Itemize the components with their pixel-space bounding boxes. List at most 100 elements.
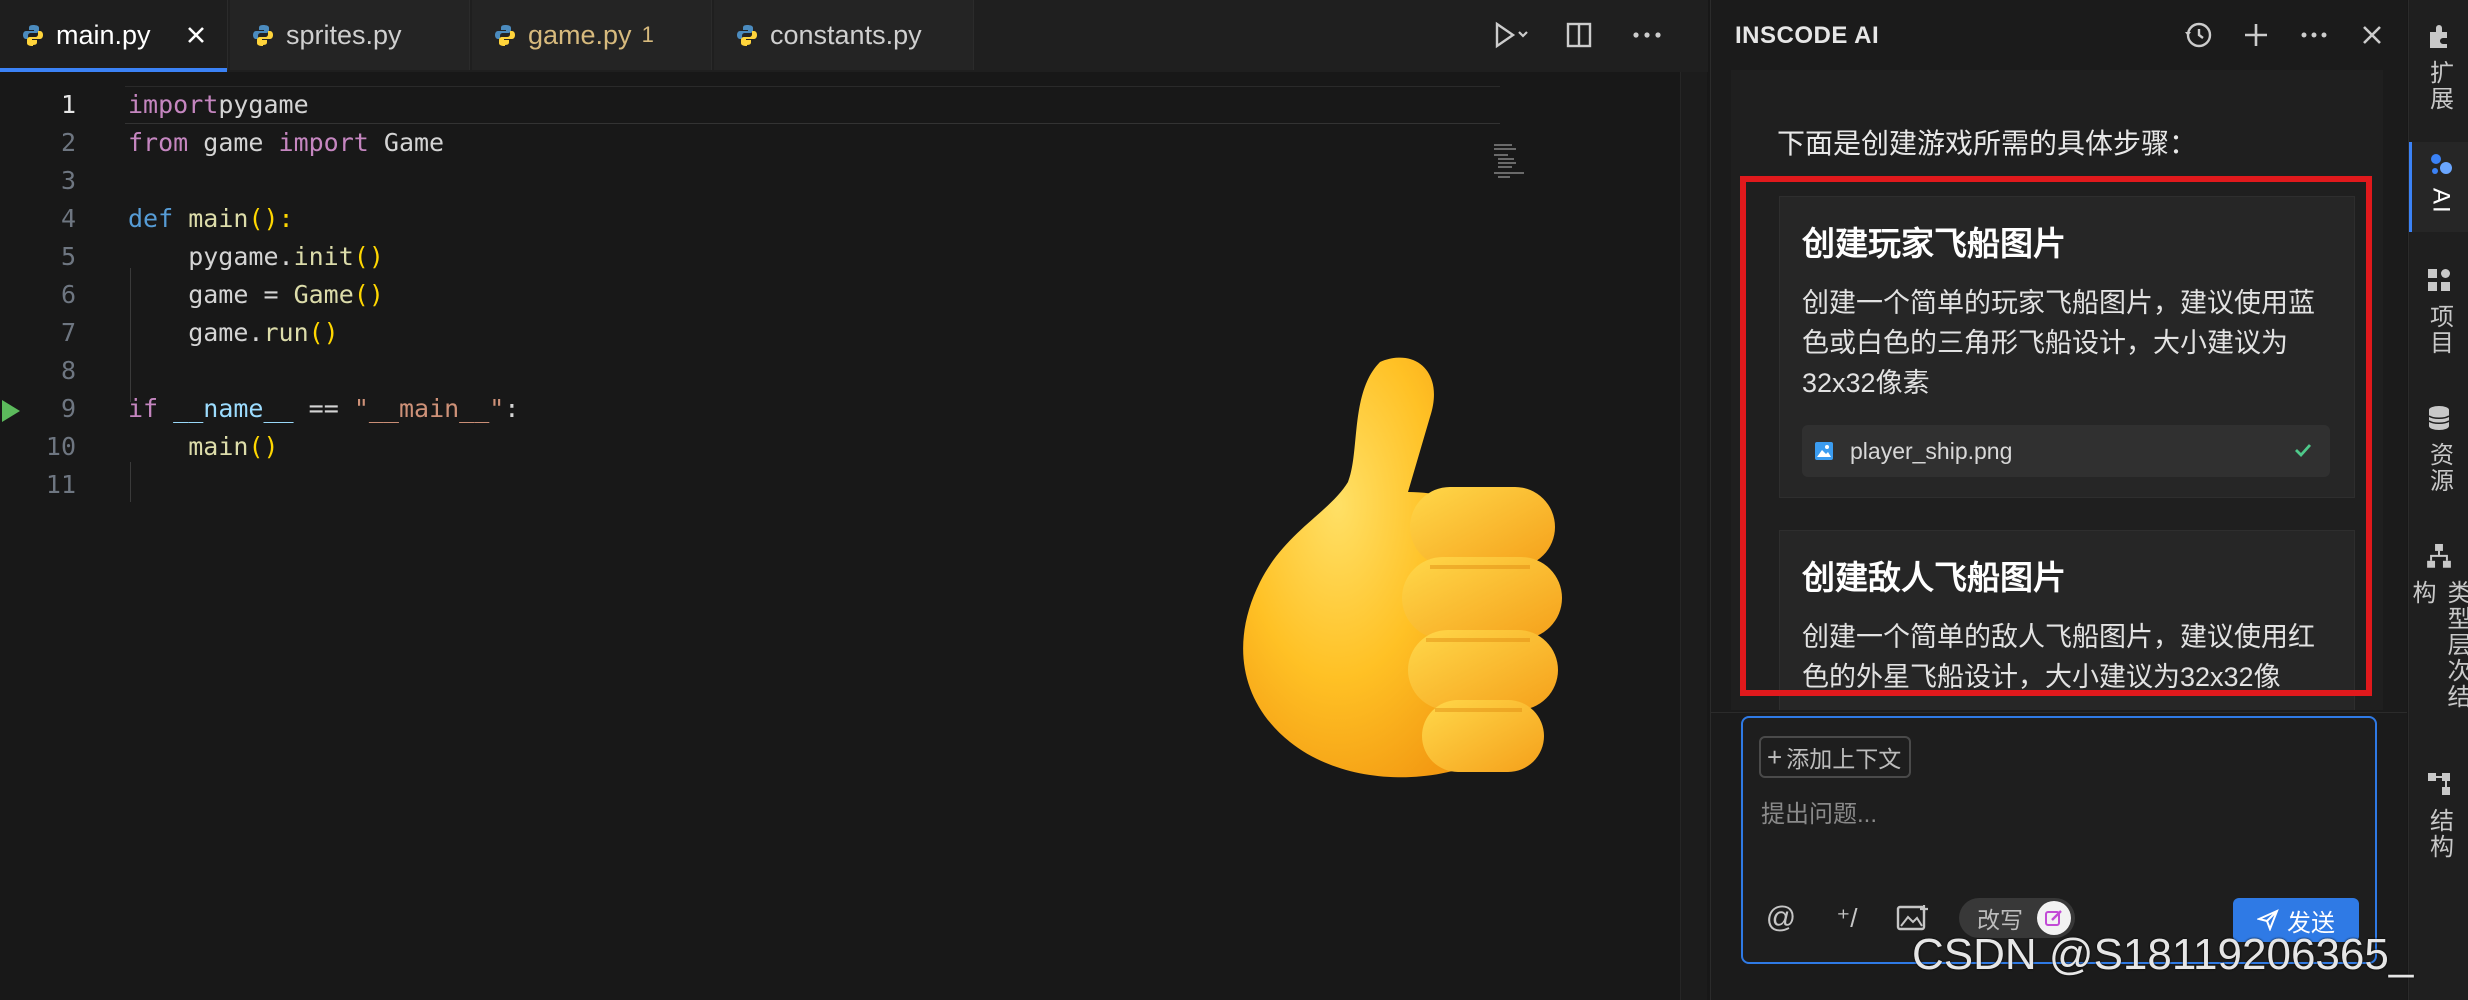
tab-sprites-py[interactable]: sprites.py bbox=[230, 0, 470, 70]
thumbs-up-icon bbox=[1243, 357, 1562, 778]
tab-label: game.py bbox=[528, 19, 632, 50]
rail-item-type-hierarchy[interactable]: 类型层次结构 bbox=[2408, 534, 2468, 734]
thumbs-up-emoji bbox=[1230, 342, 1610, 812]
code-token: from bbox=[128, 128, 189, 157]
code-line[interactable]: 2 from game import Game bbox=[0, 124, 1480, 162]
question-input[interactable]: 提出问题... bbox=[1761, 794, 1877, 829]
close-panel-icon[interactable] bbox=[2351, 14, 2393, 56]
code-token: run bbox=[263, 318, 309, 347]
code-token: () bbox=[353, 280, 384, 309]
activity-rail: 扩展 AI 项目 资源 类型层次结构 结构 bbox=[2408, 0, 2468, 1000]
new-chat-plus-icon[interactable] bbox=[2235, 14, 2277, 56]
more-actions-icon[interactable] bbox=[1626, 14, 1668, 56]
code-token: == bbox=[293, 394, 354, 423]
close-tab-icon[interactable] bbox=[179, 18, 213, 52]
code-token: import bbox=[128, 90, 219, 119]
code-token: (): bbox=[248, 204, 294, 233]
history-icon[interactable] bbox=[2177, 14, 2219, 56]
code-text: game.run() bbox=[128, 314, 339, 352]
divider bbox=[1711, 712, 2407, 713]
rail-item-resources[interactable]: 资源 bbox=[2409, 396, 2468, 506]
code-line[interactable]: 6 game = Game() bbox=[0, 276, 1480, 314]
add-context-label: 添加上下文 bbox=[1786, 746, 1902, 772]
line-number: 9 bbox=[60, 394, 76, 423]
code-token: () bbox=[353, 242, 384, 271]
ai-panel-title: INSCODE AI bbox=[1735, 22, 1880, 49]
code-token: def bbox=[128, 204, 174, 233]
rail-label: AI bbox=[2427, 188, 2455, 215]
add-context-button[interactable]: + 添加上下文 bbox=[1759, 736, 1912, 778]
tab-label: main.py bbox=[56, 19, 151, 50]
line-number: 4 bbox=[60, 204, 76, 233]
python-file-icon bbox=[253, 25, 273, 46]
split-editor-icon[interactable] bbox=[1558, 14, 1600, 56]
code-token: game = bbox=[128, 280, 294, 309]
line-number: 11 bbox=[45, 470, 76, 499]
tab-label: sprites.py bbox=[286, 19, 402, 50]
code-token: game bbox=[188, 128, 279, 157]
current-line-highlight bbox=[125, 86, 1500, 124]
watermark-text: CSDN @S18119206365_ bbox=[1912, 930, 2414, 979]
minimap[interactable] bbox=[1494, 142, 1554, 182]
code-token: Game bbox=[293, 280, 354, 309]
code-editor[interactable]: 1 importpygame 2 from game import Game 3 4 def… bbox=[0, 72, 1708, 1000]
code-token: () bbox=[248, 432, 279, 461]
send-paper-plane-icon bbox=[2257, 909, 2279, 931]
code-token: "__main__" bbox=[353, 394, 505, 423]
line-number: 3 bbox=[60, 166, 76, 195]
rail-label: 类型层次结构 bbox=[2408, 579, 2468, 710]
extensions-icon bbox=[2430, 25, 2447, 48]
rail-item-project[interactable]: 项目 bbox=[2409, 258, 2468, 368]
tab-label: constants.py bbox=[770, 19, 922, 50]
python-file-icon bbox=[23, 25, 43, 46]
more-options-icon[interactable] bbox=[2293, 14, 2335, 56]
python-file-icon bbox=[737, 25, 757, 46]
tab-constants-py[interactable]: constants.py bbox=[714, 0, 974, 70]
rail-label: 扩展 bbox=[2425, 60, 2453, 112]
code-token: () bbox=[308, 318, 339, 347]
code-text: pygame.init() bbox=[128, 238, 384, 276]
rail-label: 资源 bbox=[2425, 442, 2453, 494]
code-token: pygame bbox=[218, 90, 309, 119]
code-token: init bbox=[293, 242, 354, 271]
code-text: def main(): bbox=[128, 200, 294, 238]
code-token: if bbox=[128, 394, 159, 423]
code-text: main() bbox=[128, 428, 279, 466]
editor-actions bbox=[1490, 14, 1668, 56]
database-icon bbox=[2428, 406, 2450, 430]
code-text: importpygame bbox=[128, 86, 309, 124]
editor-scrollbar[interactable] bbox=[1680, 72, 1707, 1000]
code-line[interactable]: 4 def main(): bbox=[0, 200, 1480, 238]
tab-game-py[interactable]: game.py 1 bbox=[472, 0, 712, 70]
run-play-icon[interactable] bbox=[1490, 14, 1532, 56]
line-number: 7 bbox=[60, 318, 76, 347]
tab-main-py[interactable]: main.py bbox=[0, 0, 228, 72]
code-line[interactable]: 5 pygame.init() bbox=[0, 238, 1480, 276]
chat-input-box[interactable]: + 添加上下文 提出问题... @ ⁺/ 改写 发送 bbox=[1741, 716, 2377, 964]
line-number: 1 bbox=[60, 90, 76, 119]
code-token: Game bbox=[368, 128, 445, 157]
ai-panel-header: INSCODE AI bbox=[1711, 0, 2407, 68]
code-token: : bbox=[504, 394, 520, 423]
assistant-intro-text: 下面是创建游戏所需的具体步骤： bbox=[1777, 128, 2198, 159]
slash-command-icon[interactable]: ⁺/ bbox=[1827, 898, 1867, 938]
plus-icon: + bbox=[1767, 741, 1783, 772]
code-token: __name__ bbox=[173, 394, 294, 423]
rail-item-extensions[interactable]: 扩展 bbox=[2409, 14, 2468, 124]
code-line[interactable]: 1 importpygame bbox=[0, 86, 1500, 124]
rail-label: 结构 bbox=[2425, 808, 2453, 860]
line-number: 2 bbox=[60, 128, 76, 157]
code-line[interactable]: 3 bbox=[0, 162, 1480, 200]
code-text: game = Game() bbox=[128, 276, 384, 314]
mention-at-icon[interactable]: @ bbox=[1761, 898, 1801, 938]
line-number: 8 bbox=[60, 356, 76, 385]
rail-item-structure[interactable]: 结构 bbox=[2409, 762, 2468, 872]
problem-count-badge: 1 bbox=[641, 22, 654, 47]
rail-item-ai[interactable]: AI bbox=[2409, 142, 2468, 232]
line-number: 6 bbox=[60, 280, 76, 309]
rail-label: 项目 bbox=[2425, 304, 2453, 356]
code-token: game. bbox=[128, 318, 264, 347]
project-grid-icon bbox=[2428, 269, 2450, 291]
line-number: 5 bbox=[60, 242, 76, 271]
code-token: import bbox=[278, 128, 369, 157]
